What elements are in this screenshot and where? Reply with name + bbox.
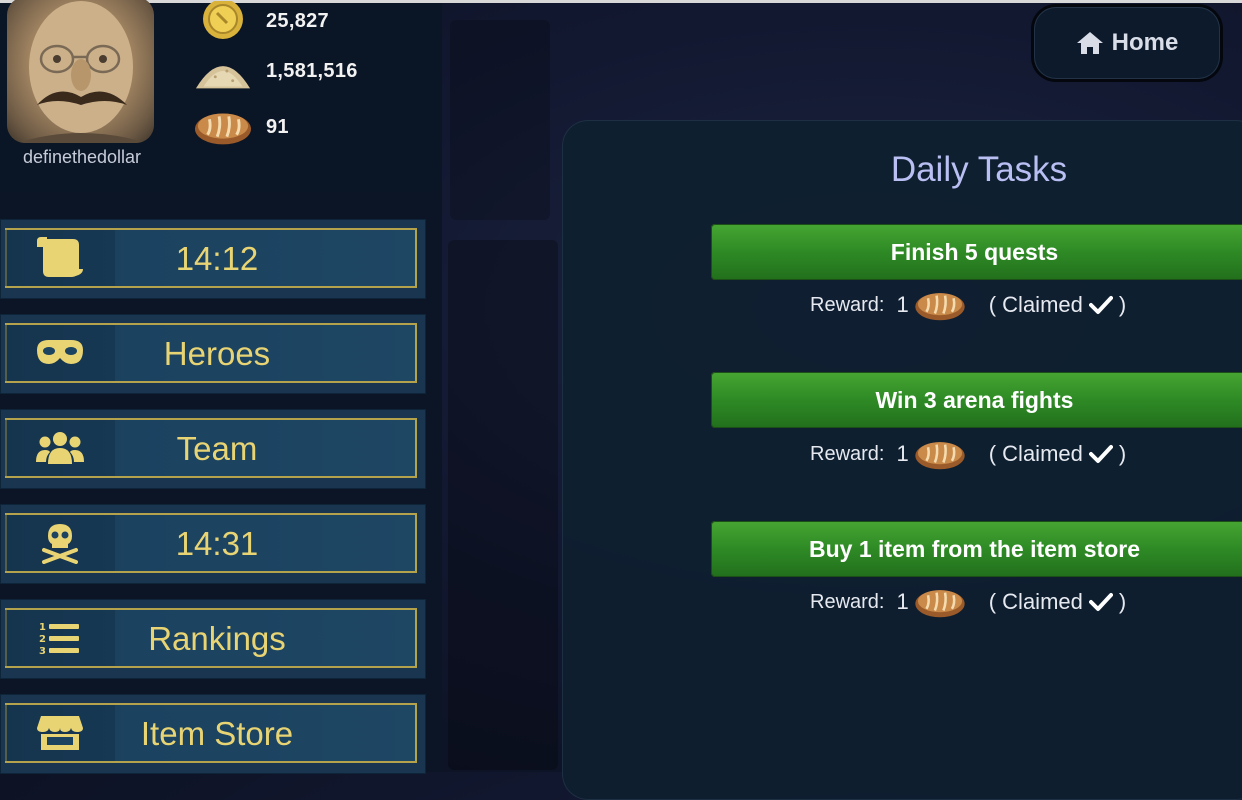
reward-label: Reward: [810, 590, 885, 613]
reward-label: Reward: [810, 442, 885, 465]
background-wall [450, 20, 550, 220]
left-panel: definethedollar 25,827 1,581,516 91 14:1… [0, 0, 442, 774]
menu-item-label: 14:12 [175, 240, 259, 277]
home-button[interactable]: Home [1034, 7, 1220, 79]
flour-amount: 1,581,516 [266, 59, 358, 82]
menu-item-label: Rankings [148, 620, 286, 657]
task-name: Win 3 arena fights [875, 386, 1074, 413]
bread-icon [913, 288, 967, 322]
claimed-text: ( Claimed [988, 292, 1083, 317]
task-button[interactable]: Buy 1 item from the item store [711, 521, 1242, 577]
menu-item-rankings[interactable]: 1 2 3 Rankings [0, 599, 426, 679]
menu-item-label: Heroes [163, 335, 271, 372]
task-name: Finish 5 quests [890, 238, 1059, 265]
svg-text:3: 3 [39, 646, 46, 656]
menu-item-team[interactable]: Team [0, 409, 426, 489]
task-button[interactable]: Win 3 arena fights [711, 372, 1242, 428]
claimed-status: ( Claimed ) [989, 292, 1126, 318]
menu-item-arena[interactable]: 14:31 [0, 504, 426, 584]
reward-count: 1 [896, 589, 909, 614]
claimed-close: ) [1118, 589, 1127, 614]
team-icon [5, 420, 115, 476]
username: definethedollar [22, 147, 142, 167]
svg-text:2: 2 [39, 634, 46, 645]
bread-icon [913, 585, 967, 619]
bread-resource: 91 [194, 107, 289, 147]
bread-icon [913, 437, 967, 471]
menu-item-quests[interactable]: 14:12 [0, 219, 426, 299]
task-button[interactable]: Finish 5 quests [711, 224, 1242, 280]
checkmark-icon [1088, 444, 1113, 464]
task-reward-row: Reward: 1 ( Claimed ) [810, 285, 1126, 325]
claimed-close: ) [1118, 441, 1127, 466]
skull-crossbones-icon [5, 515, 115, 571]
background-bookshelf [448, 240, 558, 770]
home-label: Home [1111, 29, 1179, 56]
profile-card: definethedollar 25,827 1,581,516 91 [0, 0, 442, 191]
ranked-list-icon: 1 2 3 [5, 610, 115, 666]
gold-amount: 25,827 [266, 9, 329, 32]
scroll-icon [5, 230, 115, 286]
svg-text:1: 1 [39, 622, 46, 633]
mask-icon [5, 325, 115, 381]
menu-item-label: 14:31 [175, 525, 259, 562]
claimed-text: ( Claimed [988, 589, 1083, 614]
gold-resource: 25,827 [194, 1, 329, 41]
daily-tasks-title-text: Daily Tasks [890, 150, 1068, 189]
flour-resource: 1,581,516 [194, 49, 358, 93]
claimed-status: ( Claimed ) [989, 441, 1126, 467]
reward-count: 1 [896, 292, 909, 317]
reward-count: 1 [896, 441, 909, 466]
bread-icon [194, 107, 252, 147]
avatar[interactable] [7, 0, 154, 143]
menu-item-heroes[interactable]: Heroes [0, 314, 426, 394]
menu-item-label: Item Store [140, 715, 294, 752]
reward-label: Reward: [810, 293, 885, 316]
claimed-close: ) [1118, 292, 1127, 317]
task-reward-row: Reward: 1 ( Claimed ) [810, 434, 1126, 474]
home-icon [1076, 31, 1104, 55]
menu-item-item-store[interactable]: Item Store [0, 694, 426, 774]
flour-pile-icon [194, 49, 252, 93]
claimed-status: ( Claimed ) [989, 589, 1126, 615]
claimed-text: ( Claimed [988, 441, 1083, 466]
checkmark-icon [1088, 592, 1113, 612]
menu-item-label: Team [176, 430, 258, 467]
checkmark-icon [1088, 295, 1113, 315]
store-icon [5, 705, 115, 761]
task-name: Buy 1 item from the item store [808, 535, 1141, 562]
gold-coin-icon [194, 1, 252, 41]
task-reward-row: Reward: 1 ( Claimed ) [810, 582, 1126, 622]
bread-amount: 91 [266, 115, 289, 138]
daily-tasks-title: Daily Tasks [562, 150, 1242, 190]
